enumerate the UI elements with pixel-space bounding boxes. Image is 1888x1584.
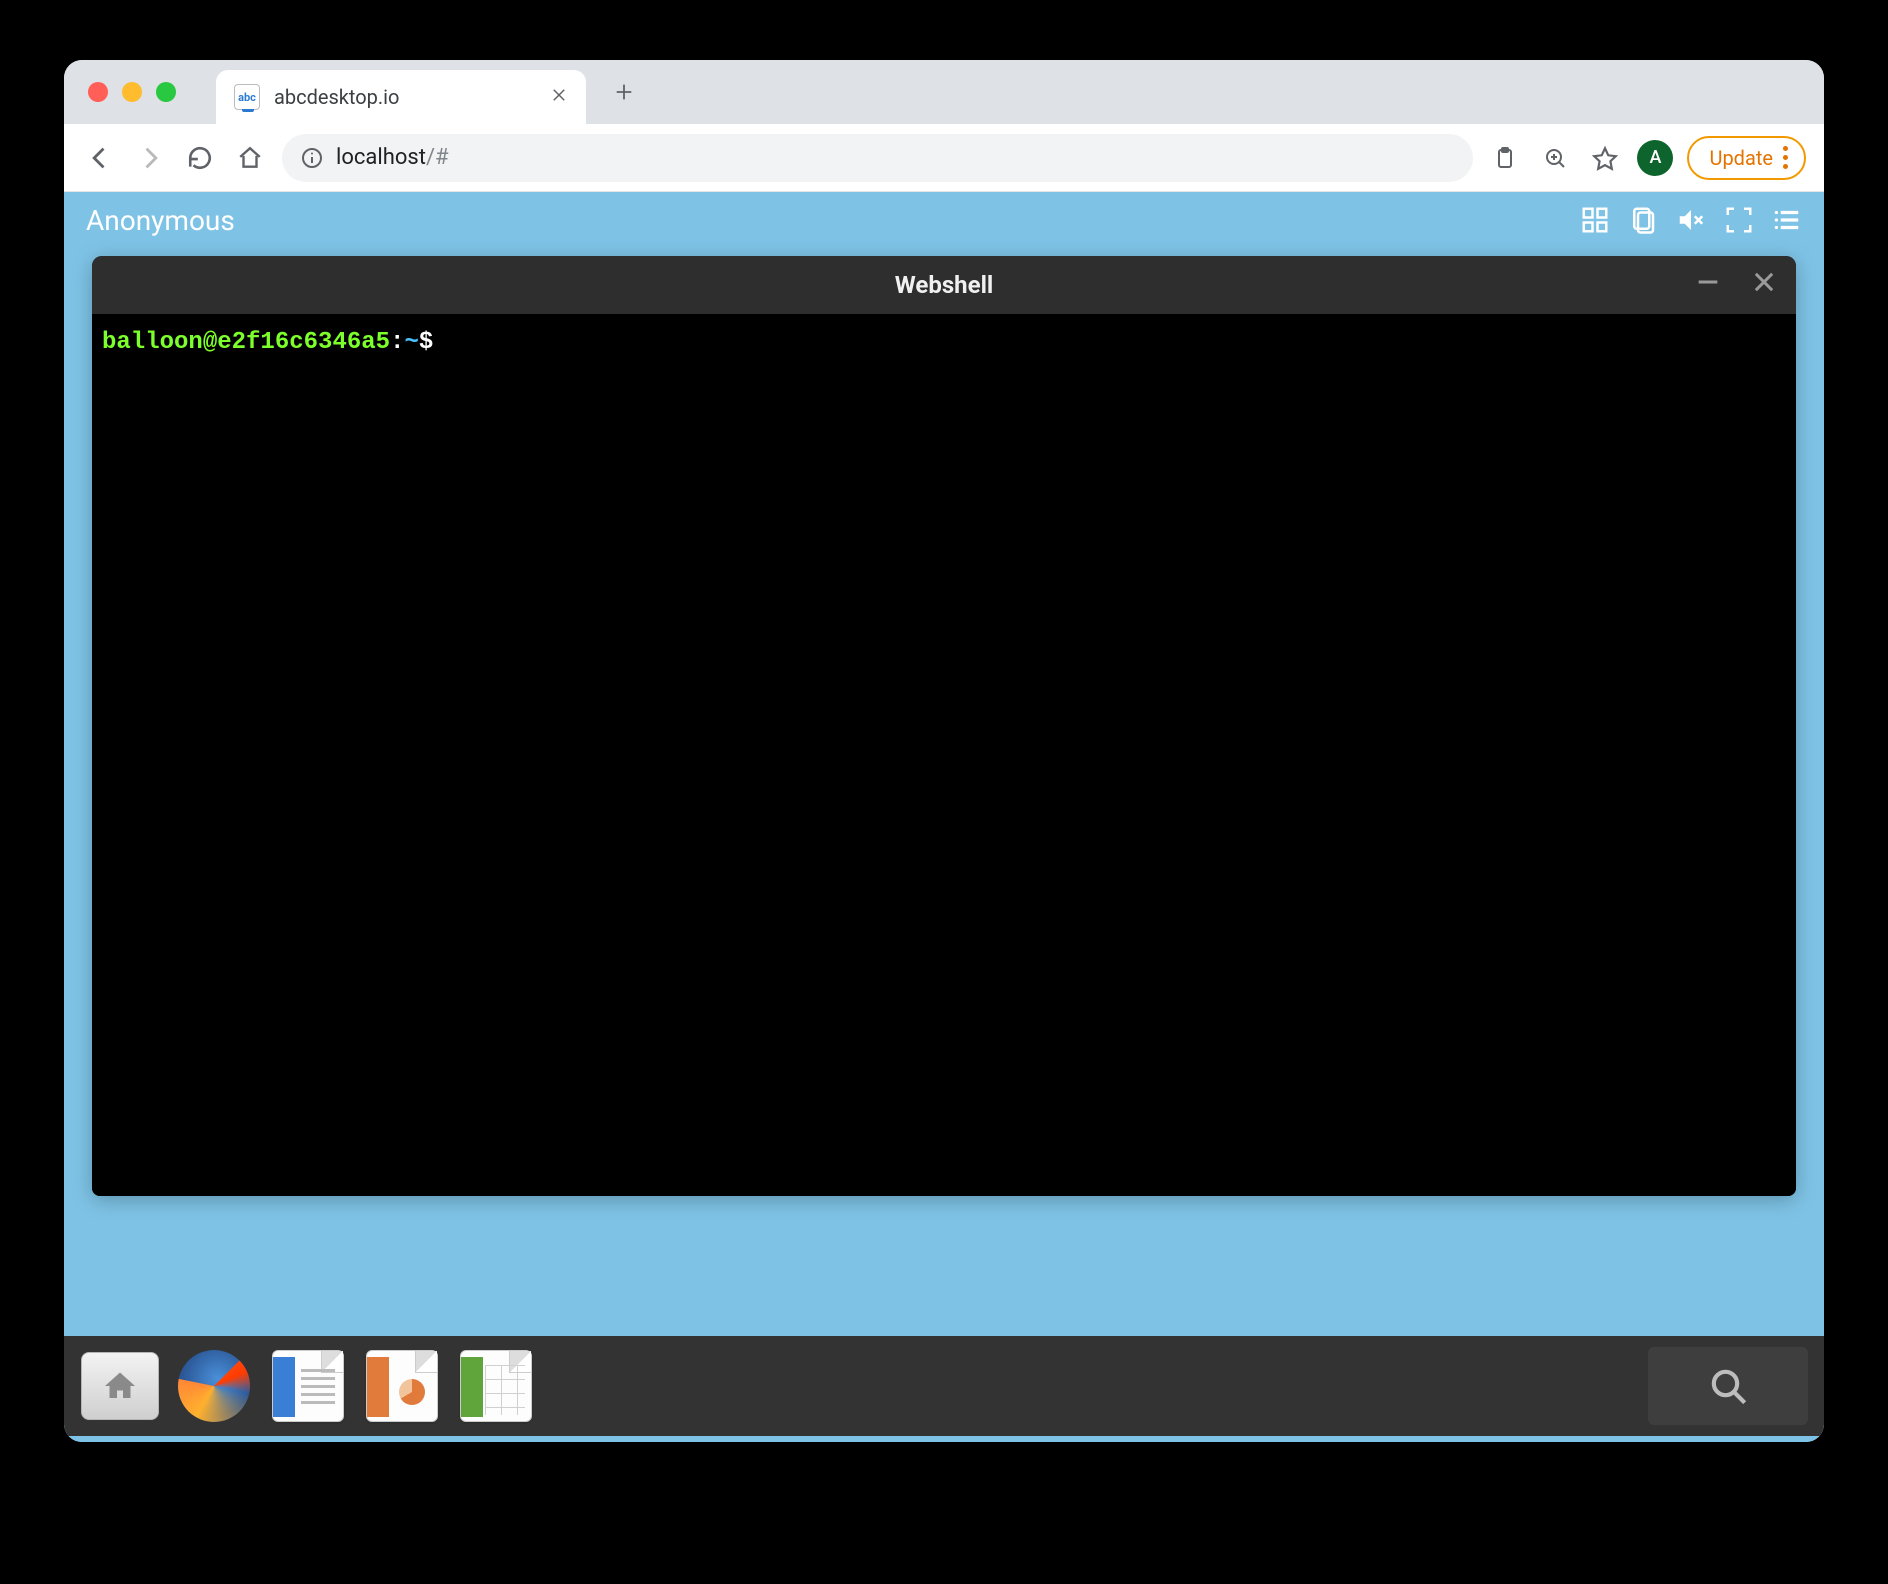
dock-app-files[interactable] (80, 1347, 160, 1425)
url-path: /# (426, 145, 449, 170)
menu-dots-icon (1783, 146, 1788, 169)
dock-app-writer[interactable] (268, 1347, 348, 1425)
webshell-titlebar[interactable]: Webshell (92, 256, 1796, 314)
writer-doc-icon (272, 1350, 344, 1422)
url-text: localhost/# (336, 145, 449, 170)
calc-doc-icon (460, 1350, 532, 1422)
desktop-workspace[interactable]: Webshell balloon@e2f16c6346a5:~$ (64, 248, 1824, 1336)
desktop-topbar-icons (1580, 205, 1802, 235)
browser-toolbar: localhost/# A Update (64, 124, 1824, 192)
tab-favicon: abc (234, 84, 260, 110)
back-button[interactable] (82, 140, 118, 176)
close-window-button[interactable] (88, 82, 108, 102)
profile-avatar[interactable]: A (1637, 140, 1673, 176)
update-label: Update (1709, 146, 1773, 170)
fullscreen-icon[interactable] (1724, 205, 1754, 235)
tab-title: abcdesktop.io (274, 85, 536, 109)
webshell-minimize-icon[interactable] (1694, 268, 1722, 302)
clipboard-sync-icon[interactable] (1628, 205, 1658, 235)
search-icon (1708, 1366, 1748, 1406)
browser-window: abc abcdesktop.io localhost/# (64, 60, 1824, 1442)
dock-taskbar (64, 1336, 1824, 1436)
apps-grid-icon[interactable] (1580, 205, 1610, 235)
prompt-symbol: $ (419, 329, 433, 356)
home-button[interactable] (232, 140, 268, 176)
address-bar[interactable]: localhost/# (282, 134, 1473, 182)
avatar-initial: A (1650, 147, 1662, 168)
tab-strip: abc abcdesktop.io (64, 60, 1824, 124)
zoom-icon[interactable] (1537, 140, 1573, 176)
browser-tab[interactable]: abc abcdesktop.io (216, 70, 586, 124)
maximize-window-button[interactable] (156, 82, 176, 102)
url-host: localhost (336, 145, 426, 170)
menu-list-icon[interactable] (1772, 205, 1802, 235)
update-button[interactable]: Update (1687, 136, 1806, 180)
desktop-user-label: Anonymous (86, 204, 235, 237)
minimize-window-button[interactable] (122, 82, 142, 102)
dock-app-calc[interactable] (456, 1347, 536, 1425)
webshell-window: Webshell balloon@e2f16c6346a5:~$ (92, 256, 1796, 1196)
volume-muted-icon[interactable] (1676, 205, 1706, 235)
desktop-bottom-accent (64, 1436, 1824, 1442)
reload-button[interactable] (182, 140, 218, 176)
webshell-window-controls (1694, 256, 1778, 314)
prompt-user-host: balloon@e2f16c6346a5 (102, 329, 390, 356)
firefox-icon (178, 1350, 250, 1422)
prompt-path: ~ (404, 329, 418, 356)
bookmark-star-icon[interactable] (1587, 140, 1623, 176)
dock-app-impress[interactable] (362, 1347, 442, 1425)
new-tab-button[interactable] (604, 72, 644, 112)
dock-search-button[interactable] (1648, 1347, 1808, 1425)
forward-button[interactable] (132, 140, 168, 176)
dock-app-firefox[interactable] (174, 1347, 254, 1425)
terminal-body[interactable]: balloon@e2f16c6346a5:~$ (92, 314, 1796, 1196)
folder-home-icon (81, 1352, 159, 1420)
window-controls (88, 82, 176, 102)
remote-desktop-viewport: Anonymous (64, 192, 1824, 1442)
webshell-title: Webshell (895, 271, 994, 299)
tab-close-icon[interactable] (550, 86, 568, 109)
impress-doc-icon (366, 1350, 438, 1422)
site-info-icon[interactable] (300, 146, 324, 170)
prompt-separator: : (390, 329, 404, 356)
clipboard-icon[interactable] (1487, 140, 1523, 176)
desktop-topbar: Anonymous (64, 192, 1824, 248)
webshell-close-icon[interactable] (1750, 268, 1778, 302)
